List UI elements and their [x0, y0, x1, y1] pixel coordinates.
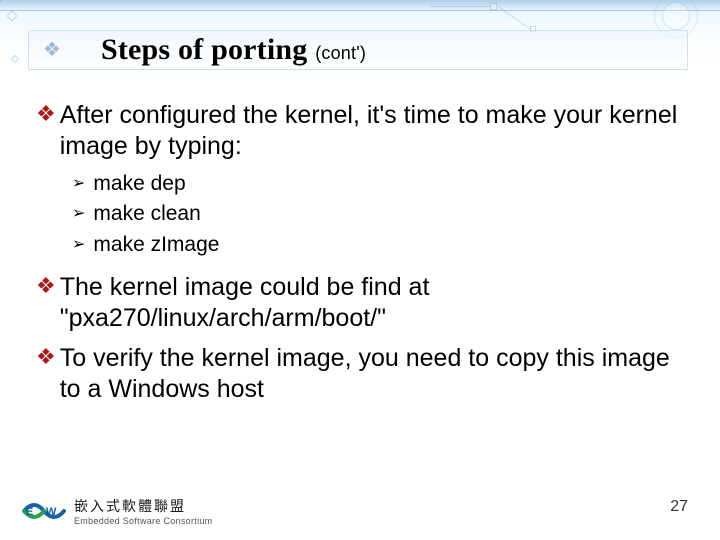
bullet-text: After configured the kernel, it's time t… [60, 100, 680, 161]
arrow-bullet-icon: ➢ [72, 233, 85, 263]
logo-text-line1: 嵌入式軟體聯盟 [74, 496, 212, 516]
diamond-bullet-icon: ❖ [36, 101, 56, 162]
title-suffix: (cont') [315, 43, 366, 63]
page-number: 27 [670, 498, 688, 516]
title-bullet-icon: ❖ [43, 40, 61, 60]
title-bar: ❖ Steps of porting (cont') [28, 30, 688, 70]
footer-logo: E W 嵌入式軟體聯盟 Embedded Software Consortium [22, 496, 212, 526]
bullet-level1: ❖ To verify the kernel image, you need t… [36, 343, 680, 404]
bullet-level2: ➢ make zImage [72, 230, 680, 260]
sub-bullet-text: make clean [93, 199, 200, 229]
diamond-bullet-icon: ❖ [36, 344, 56, 405]
logo-icon: E W [22, 497, 66, 525]
sub-bullet-text: make zImage [93, 230, 219, 260]
bullet-text: To verify the kernel image, you need to … [60, 343, 680, 404]
svg-text:W: W [46, 506, 57, 518]
bullet-level2: ➢ make clean [72, 199, 680, 229]
title-main: Steps of porting [101, 33, 308, 66]
bullet-level2: ➢ make dep [72, 169, 680, 199]
slide-title: Steps of porting (cont') [101, 33, 366, 67]
bullet-level1: ❖ The kernel image could be find at "pxa… [36, 272, 680, 333]
sub-bullet-group: ➢ make dep ➢ make clean ➢ make zImage [72, 169, 680, 260]
logo-text: 嵌入式軟體聯盟 Embedded Software Consortium [74, 496, 212, 526]
slide-body: ❖ After configured the kernel, it's time… [36, 90, 680, 412]
diamond-bullet-icon: ❖ [36, 273, 56, 334]
arrow-bullet-icon: ➢ [72, 172, 85, 202]
bullet-text: The kernel image could be find at "pxa27… [60, 272, 680, 333]
bullet-level1: ❖ After configured the kernel, it's time… [36, 100, 680, 161]
svg-text:E: E [26, 506, 33, 518]
sub-bullet-text: make dep [93, 169, 185, 199]
arrow-bullet-icon: ➢ [72, 202, 85, 232]
logo-text-line2: Embedded Software Consortium [74, 516, 212, 526]
